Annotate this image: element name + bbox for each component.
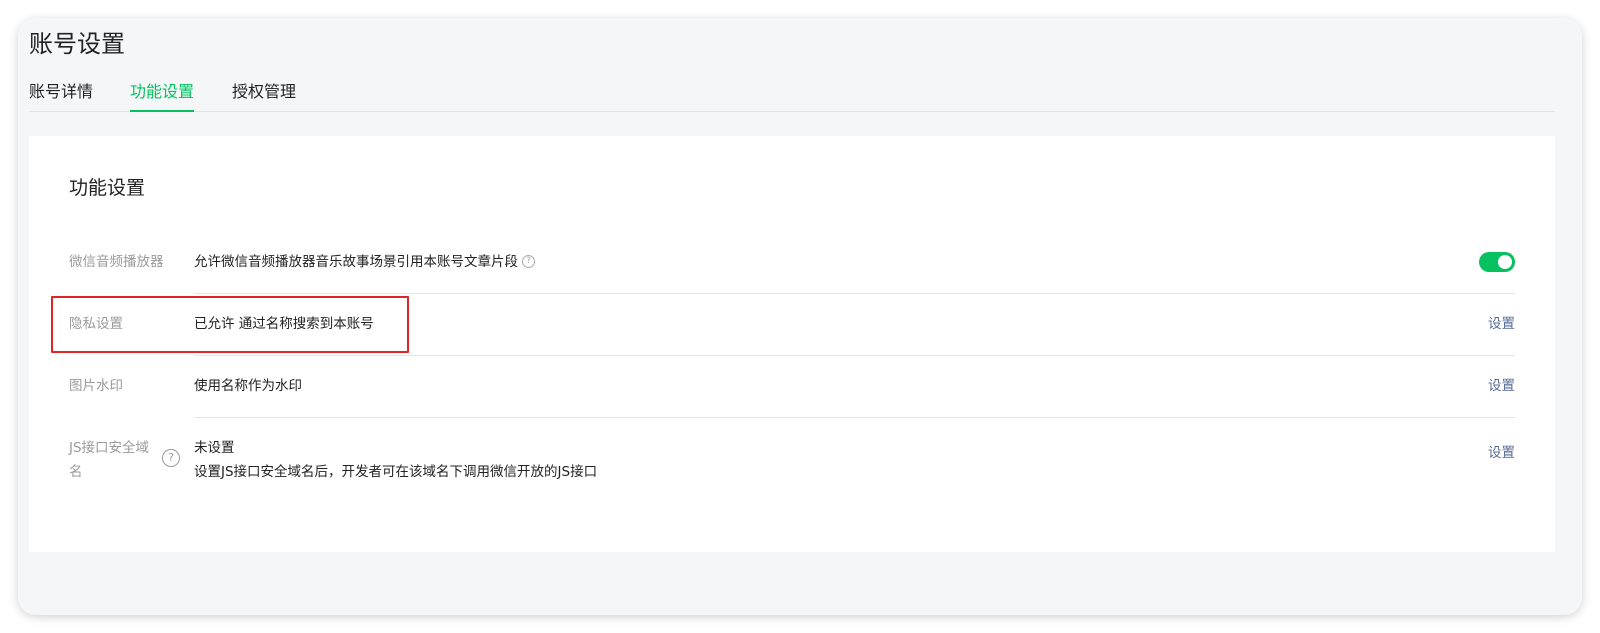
row-divider: [194, 293, 1515, 294]
help-icon[interactable]: ?: [162, 449, 180, 467]
settings-row-watermark: 图片水印 使用名称作为水印 设置: [69, 374, 1515, 436]
privacy-settings-link[interactable]: 设置: [1488, 312, 1515, 336]
settings-row-audio-player: 微信音频播放器 允许微信音频播放器音乐故事场景引用本账号文章片段?: [69, 250, 1515, 314]
toggle-knob: [1498, 255, 1512, 269]
js-domain-label-line2: 名: [69, 464, 83, 480]
watermark-label: 图片水印: [69, 378, 123, 394]
audio-player-label: 微信音频播放器: [69, 254, 164, 270]
audio-player-value: 允许微信音频播放器音乐故事场景引用本账号文章片段?: [194, 250, 535, 274]
js-domain-status: 未设置: [194, 440, 235, 456]
privacy-label: 隐私设置: [69, 316, 123, 332]
audio-player-description: 允许微信音频播放器音乐故事场景引用本账号文章片段: [194, 254, 518, 270]
privacy-value: 已允许 通过名称搜索到本账号: [194, 316, 374, 332]
feature-settings-panel: 功能设置 微信音频播放器 允许微信音频播放器音乐故事场景引用本账号文章片段? 隐…: [29, 136, 1555, 552]
tab-feature-settings[interactable]: 功能设置: [130, 78, 195, 112]
tab-authorization-management[interactable]: 授权管理: [232, 78, 296, 110]
help-icon[interactable]: ?: [522, 254, 535, 268]
tab-bar: 账号详情 功能设置 授权管理: [29, 78, 1555, 112]
page-title: 账号设置: [29, 30, 125, 58]
settings-row-js-domain: JS接口安全域 名 ? 未设置 设置JS接口安全域名后，开发者可在该域名下调用微…: [69, 436, 1515, 496]
js-domain-label-line1: JS接口安全域: [69, 440, 150, 456]
row-divider: [194, 417, 1515, 418]
watermark-value: 使用名称作为水印: [194, 378, 302, 394]
js-domain-description: 设置JS接口安全域名后，开发者可在该域名下调用微信开放的JS接口: [194, 464, 598, 480]
settings-row-privacy: 隐私设置 已允许 通过名称搜索到本账号 设置: [69, 312, 1515, 374]
tab-account-details[interactable]: 账号详情: [29, 78, 93, 110]
js-domain-value: 未设置 设置JS接口安全域名后，开发者可在该域名下调用微信开放的JS接口: [194, 436, 597, 484]
js-domain-settings-link[interactable]: 设置: [1488, 441, 1515, 465]
audio-player-toggle[interactable]: [1479, 252, 1515, 272]
js-domain-label: JS接口安全域 名: [69, 436, 149, 484]
watermark-settings-link[interactable]: 设置: [1488, 374, 1515, 398]
section-title: 功能设置: [69, 177, 146, 199]
row-divider: [194, 355, 1515, 356]
